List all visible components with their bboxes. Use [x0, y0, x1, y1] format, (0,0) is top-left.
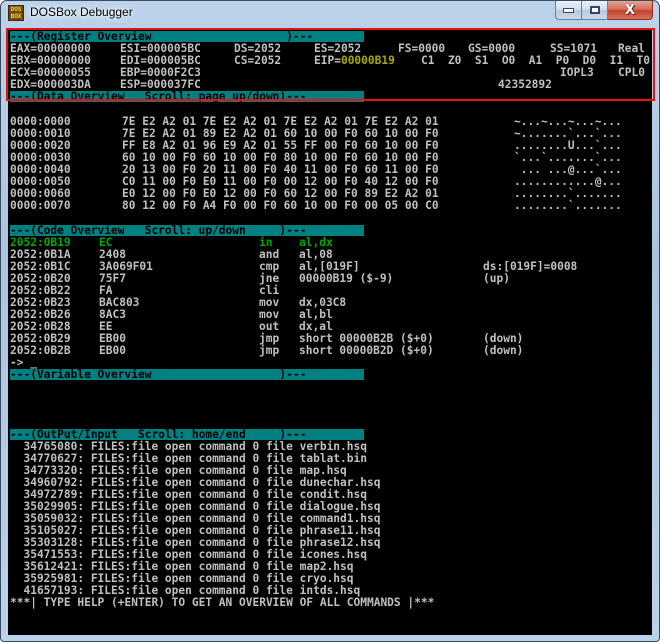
register-overview-header: ---(Register Overview )---	[10, 31, 364, 43]
minimize-icon	[563, 7, 574, 13]
variable-overview-title: ---(Variable Overview )---	[10, 368, 307, 381]
dosbox-icon[interactable]: DOS BOX	[8, 5, 24, 21]
register-value: CS=2052	[234, 54, 282, 67]
memory-hex-bytes: 80 12 00 F0 A4 F0 00 F0 60 10 00 F0 00 0…	[122, 199, 439, 212]
code-operands: 00000B19 ($-9)	[299, 272, 394, 285]
eip-value: 00000B19	[340, 54, 395, 67]
minimize-button[interactable]	[555, 1, 582, 20]
memory-address: 0000:0070	[10, 199, 71, 212]
iopl-value: IOPL3	[560, 66, 594, 79]
flags-register: C1 Z0 S1 O0 A1 P0 D0 I1 T0	[421, 54, 651, 67]
maximize-button[interactable]	[582, 1, 608, 20]
icon-text-bottom: BOX	[10, 13, 22, 20]
debugger-window: DOS BOX DOSBox Debugger X ---(Register O…	[0, 0, 660, 642]
eip-label: EIP=	[314, 54, 341, 67]
caption-buttons: X	[555, 1, 653, 21]
code-annotation: (up)	[483, 272, 510, 285]
variable-overview-header: ---(Variable Overview )---	[10, 368, 364, 381]
memory-ascii: ........`.......	[514, 199, 622, 212]
code-annotation: (down)	[483, 344, 524, 357]
cpl-value: CPL0	[618, 66, 645, 79]
data-overview-header: ---(Data Overview Scroll: page up/down)-…	[10, 90, 364, 103]
maximize-icon	[589, 6, 600, 14]
code-mnemonic: jmp	[259, 344, 280, 357]
data-overview-title: ---(Data Overview Scroll: page up/down)-…	[10, 90, 307, 103]
code-bytes: EB00	[99, 344, 126, 357]
cycle-counter: 42352892	[498, 78, 552, 91]
debugger-console[interactable]: ---(Register Overview )--- EAX=00000000 E…	[8, 30, 652, 635]
code-overview-header: ---(Code Overview Scroll: up/down )---	[10, 225, 364, 237]
variable-panel	[10, 381, 364, 429]
close-button[interactable]: X	[608, 1, 653, 20]
code-operands: short 00000B2D ($+0)	[299, 344, 434, 357]
window-title: DOSBox Debugger	[30, 5, 133, 19]
close-icon: X	[624, 2, 636, 18]
help-message: ***| TYPE HELP (+ENTER) TO GET AN OVERVI…	[10, 596, 435, 609]
eip-register: EIP=00000B19	[314, 55, 395, 67]
icon-text-top: DOS	[10, 6, 22, 13]
output-header: ---(OutPut/Input Scroll: home/end )---	[10, 429, 364, 441]
title-bar[interactable]: DOS BOX DOSBox Debugger X	[1, 1, 659, 27]
